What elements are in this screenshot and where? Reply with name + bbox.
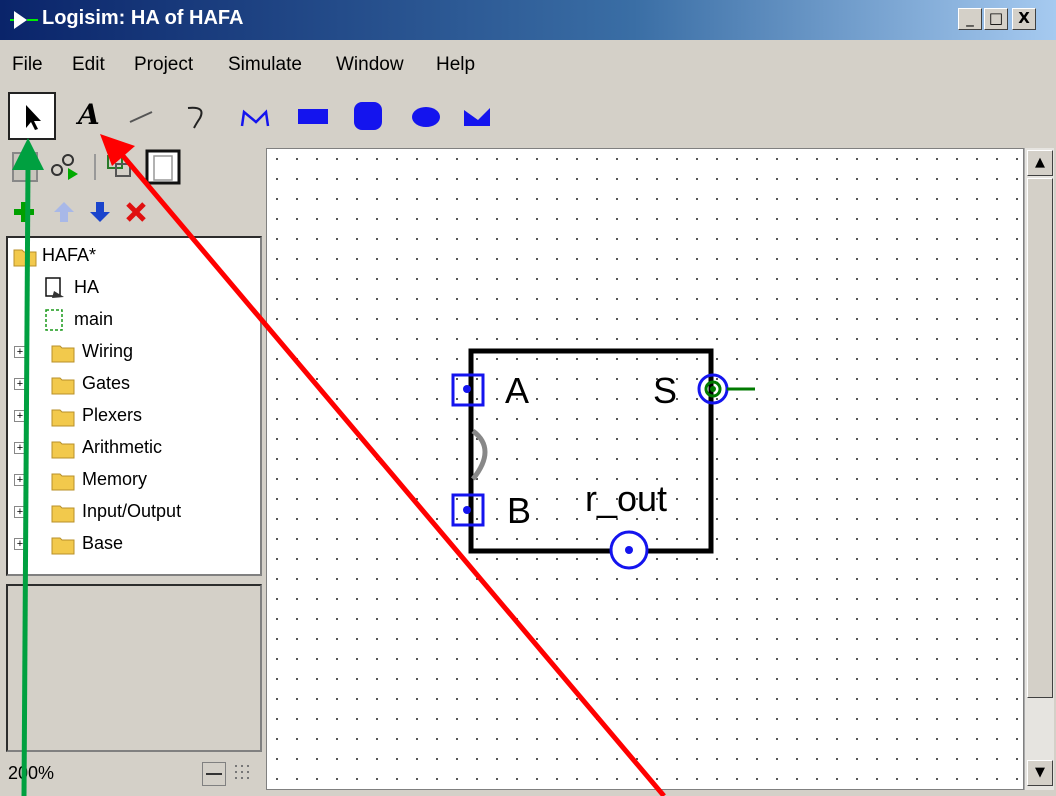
- annotation-overlay: [12, 134, 666, 796]
- red-annotation-line: [116, 148, 666, 796]
- green-annotation-line: [21, 165, 31, 796]
- green-arrowhead-icon: [12, 138, 44, 170]
